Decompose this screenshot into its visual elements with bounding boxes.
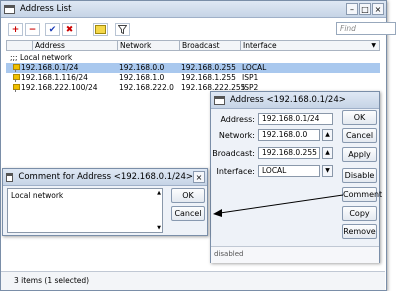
comment-text: Local network [11,191,64,200]
ok-button[interactable]: OK [342,110,377,125]
group-row: ;;; Local network [6,53,380,63]
disable-button[interactable]: Disable [342,168,377,183]
window-icon [4,4,15,14]
column-header-address[interactable]: Address [32,41,65,50]
filter-button[interactable] [115,23,130,36]
remove-button[interactable]: Remove [342,224,377,239]
column-menu-icon[interactable]: ▼ [371,41,376,50]
address-value: 192.168.0.1/24 [21,63,79,72]
comment-cancel-button[interactable]: Cancel [171,206,205,221]
interface-label: Interface: [216,167,255,176]
enable-button[interactable]: ✔ [45,23,60,36]
broadcast-field[interactable]: 192.168.0.255 [258,147,320,159]
network-label: Network: [218,131,255,140]
broadcast-cell: 192.168.0.255 [181,63,236,72]
status-text: 3 items (1 selected) [14,276,90,285]
comment-dialog-titlebar[interactable]: Comment for Address <192.168.0.1/24> × [3,169,207,186]
table-row[interactable]: 192.168.0.1/24 192.168.0.0 192.168.0.255… [6,63,380,73]
dialog-status-text: disabled [214,250,244,258]
comment-button[interactable] [93,23,108,36]
address-plus-icon [12,64,20,72]
address-plus-icon [12,74,20,82]
address-label: Address: [220,115,255,124]
interface-select[interactable]: LOCAL [258,165,320,177]
comment-dialog: Comment for Address <192.168.0.1/24> × L… [2,168,208,236]
address-dialog: Address <192.168.0.1/24> Address: 192.16… [210,91,382,263]
network-cell: 192.168.1.0 [119,73,165,82]
note-icon [95,25,106,34]
window-icon [6,172,14,182]
minimize-button[interactable]: – [346,3,358,15]
address-list-titlebar[interactable]: Address List – □ × [1,1,386,18]
address-value: 192.168.222.100/24 [21,83,98,92]
interface-dropdown-icon[interactable]: ▼ [322,165,333,177]
scrollbar-down-icon[interactable]: ▼ [157,225,161,231]
remove-button[interactable]: − [25,23,40,36]
apply-button[interactable]: Apply [342,147,377,162]
status-bar: 3 items (1 selected) [1,271,385,290]
cancel-button[interactable]: Cancel [342,128,377,143]
address-cell: 192.168.1.116/24 [12,73,88,83]
dialog-status-bar: disabled [211,246,379,263]
group-label: ;;; Local network [10,53,73,62]
close-button[interactable]: × [193,171,205,183]
network-up-icon[interactable]: ▲ [322,129,333,141]
window-title: Address List [20,4,72,14]
broadcast-cell: 192.168.1.255 [181,73,236,82]
interface-cell: ISP1 [242,73,259,82]
window-icon [214,95,225,105]
add-button[interactable]: + [8,23,23,36]
close-button[interactable]: × [372,3,384,15]
column-header-broadcast[interactable]: Broadcast [179,41,220,50]
table-header: Address Network Broadcast Interface ▼ [6,40,380,51]
disable-button[interactable]: ✖ [62,23,77,36]
address-dialog-title: Address <192.168.0.1/24> [230,95,346,105]
network-field[interactable]: 192.168.0.0 [258,129,320,141]
comment-button[interactable]: Comment [342,187,382,202]
address-value: 192.168.1.116/24 [21,73,88,82]
address-field[interactable]: 192.168.0.1/24 [258,113,333,125]
broadcast-up-icon[interactable]: ▲ [322,147,333,159]
find-input[interactable]: Find [336,22,396,35]
comment-ok-button[interactable]: OK [171,188,205,203]
scrollbar-up-icon[interactable]: ▲ [157,190,161,196]
address-plus-icon [12,84,20,92]
address-cell: 192.168.222.100/24 [12,83,97,93]
interface-cell: LOCAL [242,63,267,72]
address-dialog-titlebar[interactable]: Address <192.168.0.1/24> [211,92,379,109]
column-header-interface[interactable]: Interface [240,41,277,50]
network-cell: 192.168.222.0 [119,83,174,92]
network-cell: 192.168.0.0 [119,63,165,72]
copy-button[interactable]: Copy [342,206,377,221]
column-header-network[interactable]: Network [117,41,151,50]
address-cell: 192.168.0.1/24 [12,63,78,73]
filter-icon [118,25,127,34]
broadcast-label: Broadcast: [212,149,255,158]
comment-dialog-title: Comment for Address <192.168.0.1/24> [18,172,193,182]
table-row[interactable]: 192.168.1.116/24 192.168.1.0 192.168.1.2… [6,73,380,83]
maximize-button[interactable]: □ [359,3,371,15]
comment-textarea[interactable]: Local network ▲ ▼ [7,188,163,233]
